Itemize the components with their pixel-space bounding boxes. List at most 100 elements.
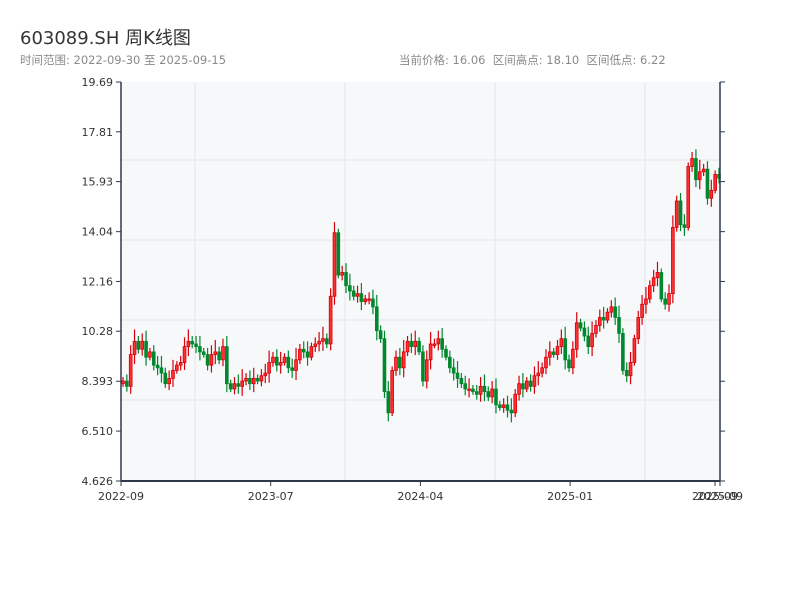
candle-body: [674, 200, 679, 228]
candle-body: [544, 356, 548, 369]
candlestick-chart: 4.626 6.510 8.393 10.28 12.16 14.04 15.93 17.81…: [82, 76, 743, 503]
candle-body: [659, 272, 664, 300]
candle-body: [421, 351, 425, 382]
candle-body: [151, 351, 156, 366]
candle-body: [574, 322, 579, 350]
candle-body: [217, 351, 221, 361]
candle-body: [490, 388, 494, 398]
candle-body: [336, 232, 341, 276]
candle-body: [163, 372, 168, 385]
y-tick-label: 8.393: [82, 375, 114, 388]
candle-body: [671, 227, 675, 295]
candle-body: [221, 346, 225, 361]
candle-body: [398, 356, 402, 369]
candle-body: [144, 340, 148, 358]
candle-body: [501, 404, 506, 408]
candle-body: [651, 277, 656, 287]
candle-body: [647, 285, 652, 300]
candle-body: [686, 166, 691, 228]
candle-body: [474, 391, 479, 395]
candle-body: [136, 340, 141, 350]
candle-body: [205, 354, 210, 366]
candle-body: [267, 362, 271, 374]
candle-body: [709, 189, 714, 199]
candle-body: [259, 375, 264, 382]
candle-body: [140, 340, 145, 350]
candle-body: [201, 351, 206, 355]
candle-body: [382, 338, 387, 393]
candle-body: [355, 293, 360, 297]
candle-body: [559, 338, 564, 348]
candle-body: [624, 370, 629, 377]
candle-body: [551, 351, 556, 355]
candle-body: [513, 393, 518, 414]
candle-body: [540, 367, 544, 374]
candle-body: [528, 380, 533, 387]
candle-body: [190, 340, 195, 345]
candle-body: [171, 370, 175, 379]
candle-body: [240, 380, 245, 387]
candle-body: [471, 388, 475, 393]
plot-background: [121, 82, 720, 481]
candle-body: [178, 362, 183, 366]
candle-body: [459, 377, 464, 385]
candle-body: [405, 340, 410, 353]
candle-body: [455, 372, 460, 379]
candle-body: [536, 372, 541, 377]
candle-body: [248, 377, 252, 385]
candle-body: [586, 335, 591, 348]
candle-body: [132, 340, 137, 355]
candle-body: [194, 343, 198, 348]
candle-body: [236, 383, 241, 387]
candle-body: [359, 293, 364, 302]
candle-body: [275, 356, 279, 366]
candle-body: [332, 232, 337, 297]
candle-body: [571, 348, 575, 369]
candle-body: [667, 293, 671, 305]
y-tick-label: 19.69: [82, 76, 114, 89]
candle-body: [678, 200, 683, 226]
candle-body: [521, 383, 525, 390]
candle-body: [394, 356, 398, 371]
candle-body: [505, 404, 510, 411]
x-tick-label: 2024-04: [397, 490, 443, 503]
candle-body: [482, 385, 487, 393]
candle-body: [517, 383, 521, 395]
candle-body: [351, 290, 356, 297]
candle-body: [617, 317, 621, 334]
candle-body: [255, 377, 260, 382]
y-tick-label: 4.626: [82, 475, 114, 488]
x-tick-label: 2025-09: [697, 490, 743, 503]
candle-body: [628, 362, 633, 377]
candle-body: [186, 340, 191, 348]
candle-body: [444, 348, 448, 358]
candle-body: [348, 285, 352, 292]
candle-body: [301, 348, 306, 353]
candle-body: [213, 351, 218, 355]
candle-body: [282, 356, 287, 363]
candle-body: [328, 295, 333, 345]
candle-body: [694, 158, 698, 181]
candle-body: [621, 332, 625, 371]
candle-body: [309, 346, 314, 358]
candle-body: [428, 343, 433, 361]
candle-body: [640, 303, 644, 318]
candle-body: [363, 298, 368, 302]
candle-body: [374, 306, 379, 332]
candle-body: [232, 383, 237, 390]
candle-body: [340, 272, 344, 276]
candle-body: [467, 388, 471, 391]
candle-body: [451, 367, 456, 374]
candle-body: [390, 370, 394, 414]
candle-body: [532, 375, 537, 387]
candle-body: [655, 272, 660, 279]
candle-body: [578, 322, 583, 329]
candle-body: [609, 306, 614, 313]
candle-body: [478, 385, 483, 395]
y-tick-label: 10.28: [82, 325, 114, 338]
candle-body: [182, 346, 187, 363]
candle-body: [125, 380, 129, 387]
candle-body: [344, 272, 348, 287]
candle-body: [263, 372, 268, 377]
candle-body: [409, 340, 414, 348]
